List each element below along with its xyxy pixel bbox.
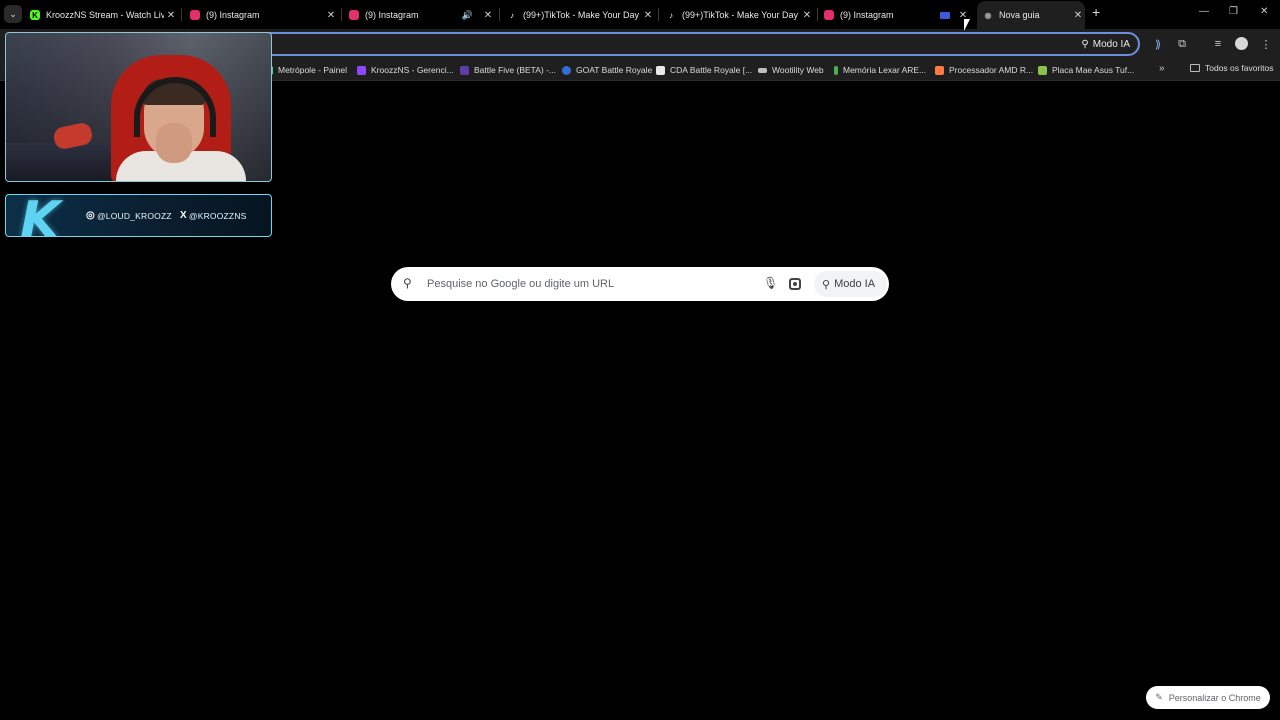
- bookmark-favicon: [834, 65, 838, 75]
- profile-avatar[interactable]: [1235, 37, 1248, 50]
- bookmark-label: Wootility Web: [772, 65, 824, 75]
- tab-title: (9) Instagram: [365, 10, 419, 20]
- read-aloud-icon[interactable]: ⟫: [1151, 37, 1165, 51]
- bookmark-item[interactable]: Placa Mae Asus Tuf...: [1038, 63, 1134, 77]
- pencil-icon: ✎: [1155, 692, 1163, 702]
- channel-logo: K: [20, 194, 61, 237]
- bookmark-item[interactable]: GOAT Battle Royale: [562, 63, 652, 77]
- kick-icon: K: [30, 10, 40, 20]
- tab-search-button[interactable]: ⌄: [4, 5, 22, 23]
- tiktok-icon: ♪: [669, 10, 673, 20]
- instagram-handle: ◎ @LOUD_KROOZZ: [86, 210, 172, 221]
- folder-label: Todos os favoritos: [1205, 63, 1274, 73]
- chevron-right-double-icon[interactable]: »: [1159, 63, 1165, 74]
- menu-icon[interactable]: ⋮: [1259, 37, 1273, 51]
- bookmark-label: KroozzNS - Gerenci...: [371, 65, 454, 75]
- bookmark-label: CDA Battle Royale [...: [670, 65, 753, 75]
- instagram-handle-text: @LOUD_KROOZZ: [96, 210, 172, 221]
- minimize-icon[interactable]: —: [1199, 6, 1209, 17]
- bookmark-favicon: [758, 67, 767, 73]
- new-tab-button[interactable]: +: [1092, 4, 1100, 20]
- bookmark-label: Metrópole - Painel: [278, 65, 347, 75]
- tab-nova-guia[interactable]: ◉ Nova guia ✕: [977, 1, 1085, 29]
- chrome-icon: ◉: [984, 10, 992, 20]
- tab-title: (9) Instagram: [840, 10, 894, 20]
- modo-ia-label: Modo IA: [834, 278, 876, 290]
- social-handles-overlay: K ◎ @LOUD_KROOZZ X @KROOZZNS: [5, 194, 272, 237]
- sparkle-search-icon: ⚲: [1081, 38, 1089, 50]
- bookmark-label: Placa Mae Asus Tuf...: [1052, 65, 1135, 75]
- close-tab-icon[interactable]: ✕: [164, 10, 178, 21]
- tab-icon: [940, 11, 950, 19]
- restore-icon[interactable]: ❐: [1229, 6, 1238, 17]
- tab-title: KroozzNS Stream - Watch Live: [46, 10, 164, 20]
- modo-ia-chip[interactable]: ⚲ Modo IA: [1081, 36, 1130, 52]
- address-bar[interactable]: ⚲ Modo IA: [180, 32, 1140, 56]
- instagram-icon: ◎: [86, 210, 95, 221]
- search-input[interactable]: [425, 275, 745, 293]
- speaker-icon[interactable]: 🔊: [462, 10, 473, 21]
- tab-title: Nova guia: [999, 10, 1040, 20]
- bookmark-label: Memória Lexar ARE...: [843, 65, 927, 75]
- tab-instagram-2[interactable]: (9) Instagram 🔊 ✕: [349, 3, 495, 27]
- folder-icon: [1190, 64, 1200, 72]
- tab-title: (99+)TikTok - Make Your Day: [523, 10, 639, 20]
- x-handle-text: @KROOZZNS: [188, 210, 247, 221]
- customize-chrome-button[interactable]: ✎ Personalizar o Chrome: [1146, 686, 1270, 709]
- tab-tiktok-1[interactable]: ♪ (99+)TikTok - Make Your Day ✕: [507, 3, 655, 27]
- modo-ia-button[interactable]: ⚲ Modo IA: [814, 271, 888, 297]
- bookmark-item[interactable]: KroozzNS - Gerenci...: [357, 63, 454, 77]
- extensions-icon[interactable]: ⧉: [1175, 37, 1189, 51]
- google-search-box[interactable]: ⚲ 🎙 ⚲ Modo IA: [391, 267, 889, 301]
- tab-strip: ⌄ K KroozzNS Stream - Watch Live ✕ (9) I…: [0, 0, 1280, 29]
- close-tab-icon[interactable]: ✕: [800, 10, 814, 21]
- tiktok-icon: ♪: [510, 10, 514, 20]
- google-lens-icon[interactable]: [789, 278, 801, 290]
- bookmark-label: Battle Five (BETA) -...: [474, 65, 557, 75]
- sparkle-search-icon: ⚲: [822, 278, 831, 291]
- customize-label: Personalizar o Chrome: [1168, 692, 1261, 703]
- close-tab-icon[interactable]: ✕: [641, 10, 655, 21]
- bookmark-item[interactable]: Processador AMD R...: [935, 63, 1033, 77]
- chevron-down-icon: ⌄: [9, 8, 17, 19]
- media-control-icon[interactable]: ≡: [1211, 37, 1225, 51]
- tab-instagram-1[interactable]: (9) Instagram ✕: [190, 3, 338, 27]
- bookmark-favicon: [562, 65, 571, 75]
- tab-title: (9) Instagram: [206, 10, 260, 20]
- tab-tiktok-2[interactable]: ♪ (99+)TikTok - Make Your Day ✕: [666, 3, 814, 27]
- bookmark-label: Processador AMD R...: [949, 65, 1034, 75]
- x-handle: X @KROOZZNS: [180, 210, 247, 221]
- mouse-cursor: [964, 19, 970, 31]
- x-logo-icon: X: [180, 210, 187, 221]
- instagram-icon: [349, 10, 359, 20]
- bookmark-item[interactable]: Memória Lexar ARE...: [834, 63, 926, 77]
- instagram-icon: [190, 10, 200, 20]
- close-tab-icon[interactable]: ✕: [481, 10, 495, 21]
- close-tab-icon[interactable]: ✕: [1071, 10, 1085, 21]
- webcam-overlay: [5, 32, 272, 182]
- bookmark-favicon: [935, 65, 944, 75]
- tab-title: (99+)TikTok - Make Your Day: [682, 10, 798, 20]
- twitch-icon: [357, 65, 366, 75]
- bookmark-item[interactable]: CDA Battle Royale [...: [656, 63, 752, 77]
- bookmark-item[interactable]: Wootility Web: [758, 63, 824, 77]
- close-window-icon[interactable]: ✕: [1260, 6, 1268, 17]
- bookmark-item[interactable]: Metrópole - Painel: [269, 63, 347, 77]
- tab-instagram-3[interactable]: (9) Instagram: [824, 3, 934, 27]
- bookmark-favicon: [460, 65, 469, 75]
- search-icon: ⚲: [403, 276, 412, 290]
- bookmark-item[interactable]: Battle Five (BETA) -...: [460, 63, 556, 77]
- instagram-icon: [824, 10, 834, 20]
- tab-kick-stream[interactable]: K KroozzNS Stream - Watch Live ✕: [30, 3, 178, 27]
- all-bookmarks-folder[interactable]: Todos os favoritos: [1190, 63, 1274, 73]
- bookmark-label: GOAT Battle Royale: [576, 65, 653, 75]
- bookmark-favicon: [1038, 65, 1047, 75]
- modo-ia-label: Modo IA: [1092, 38, 1130, 50]
- close-tab-icon[interactable]: ✕: [324, 10, 338, 21]
- microphone-icon[interactable]: 🎙: [763, 276, 778, 290]
- bookmark-favicon: [656, 65, 665, 75]
